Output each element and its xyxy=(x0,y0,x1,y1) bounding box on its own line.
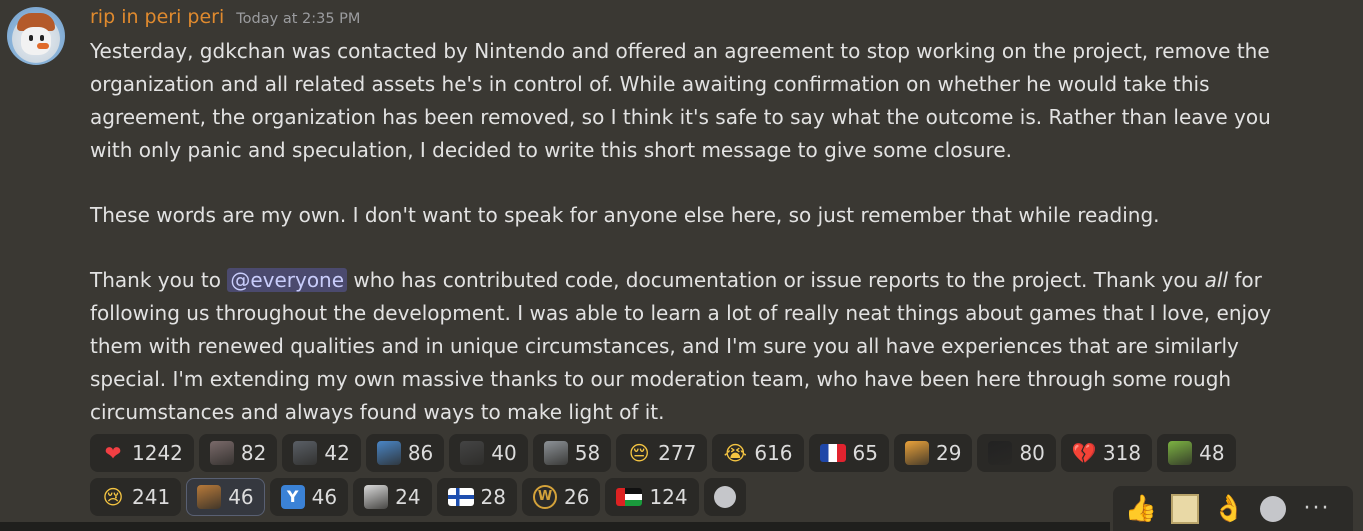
custom-emoji-w-badge-icon: W xyxy=(533,485,557,509)
reaction-count: 58 xyxy=(574,441,601,465)
reaction-count: 29 xyxy=(936,441,962,465)
crying-face-icon: 😭 xyxy=(723,441,748,465)
custom-emoji-bottle-icon xyxy=(1168,441,1193,465)
reaction-pill[interactable]: 29 xyxy=(894,434,973,472)
reaction-count: 241 xyxy=(132,485,171,509)
flag-finland-icon xyxy=(447,488,474,506)
text-segment: Thank you to xyxy=(90,268,228,292)
custom-emoji-blue-icon xyxy=(376,441,401,465)
message-header: rip in peri peri Today at 2:35 PM xyxy=(90,6,360,32)
custom-emoji-dark-icon xyxy=(460,441,485,465)
reaction-count: 82 xyxy=(240,441,267,465)
custom-emoji-cat-icon xyxy=(197,485,222,509)
avatar-face xyxy=(21,27,51,55)
reaction-pill[interactable]: 40 xyxy=(449,434,528,472)
reaction-pill[interactable]: W 26 xyxy=(522,478,601,516)
reaction-count: 26 xyxy=(564,485,590,509)
reaction-pill[interactable]: 82 xyxy=(198,434,278,472)
reaction-pill[interactable]: 48 xyxy=(1157,434,1236,472)
reaction-count: 48 xyxy=(1199,441,1225,465)
letter-y-icon: Y xyxy=(280,485,305,509)
reaction-pill[interactable]: 24 xyxy=(353,478,432,516)
sad-face-icon: 😢 xyxy=(102,485,124,509)
reaction-pill[interactable]: 😔 277 xyxy=(616,434,708,472)
reaction-pill[interactable]: 65 xyxy=(808,434,889,472)
reaction-count: 42 xyxy=(324,441,350,465)
custom-emoji-person-icon xyxy=(209,441,234,465)
message-content: Yesterday, gdkchan was contacted by Nint… xyxy=(90,35,1290,429)
reaction-count: 80 xyxy=(1019,441,1045,465)
custom-emoji-hooded-icon xyxy=(988,441,1013,465)
message-paragraph: Thank you to @everyone who has contribut… xyxy=(90,264,1290,429)
more-options-icon[interactable]: ··· xyxy=(1299,491,1335,527)
smiley-icon xyxy=(713,486,736,508)
username[interactable]: rip in peri peri xyxy=(90,6,224,28)
custom-emoji-portrait-icon[interactable] xyxy=(1167,491,1203,527)
reaction-count: 124 xyxy=(649,485,688,509)
reaction-count: 46 xyxy=(311,485,338,509)
reaction-count: 28 xyxy=(480,485,506,509)
reaction-pill[interactable]: 💔 318 xyxy=(1060,434,1153,472)
reaction-pill[interactable]: 😢 241 xyxy=(90,478,182,516)
reaction-pill[interactable]: 28 xyxy=(436,478,517,516)
custom-emoji-moai-icon xyxy=(543,441,568,465)
reaction-count: 318 xyxy=(1102,441,1142,465)
reaction-pill[interactable]: 124 xyxy=(605,478,699,516)
custom-emoji-santa-icon xyxy=(364,485,389,509)
text-segment: who has contributed code, documentation … xyxy=(347,268,1205,292)
add-reaction-icon[interactable] xyxy=(1255,491,1291,527)
reaction-pill[interactable]: ❤ 1242 xyxy=(90,434,194,472)
ok-hand-icon[interactable]: 👌 xyxy=(1211,491,1247,527)
reaction-pill[interactable]: 80 xyxy=(977,434,1056,472)
message-actions-toolbar: 👍 👌 ··· xyxy=(1113,486,1353,531)
thumbs-up-icon[interactable]: 👍 xyxy=(1123,491,1159,527)
reaction-count: 46 xyxy=(228,485,254,509)
reaction-pill[interactable]: 42 xyxy=(282,434,361,472)
flag-palestine-icon xyxy=(616,488,643,506)
mention-everyone[interactable]: @everyone xyxy=(227,268,348,292)
reaction-count: 86 xyxy=(407,441,434,465)
reaction-pill[interactable]: 😭 616 xyxy=(712,434,804,472)
flag-france-icon xyxy=(819,444,846,462)
avatar[interactable] xyxy=(7,7,65,65)
reaction-count: 616 xyxy=(754,441,793,465)
composer-edge xyxy=(0,522,1110,531)
reaction-pill[interactable]: Y 46 xyxy=(269,478,349,516)
avatar-eye xyxy=(40,35,44,41)
custom-emoji-crowd-icon xyxy=(293,441,318,465)
emphasis-text: all xyxy=(1204,268,1229,292)
add-reaction-button[interactable] xyxy=(703,478,746,516)
relieved-face-icon: 😔 xyxy=(628,441,650,465)
message-paragraph: These words are my own. I don't want to … xyxy=(90,203,1160,227)
message-paragraph: Yesterday, gdkchan was contacted by Nint… xyxy=(90,39,1271,162)
timestamp[interactable]: Today at 2:35 PM xyxy=(236,11,360,27)
broken-heart-icon: 💔 xyxy=(1071,441,1097,465)
reaction-count: 277 xyxy=(658,441,697,465)
custom-emoji-party-icon xyxy=(905,441,929,465)
reactions-bar: ❤ 1242 82 42 86 40 58 😔 277 😭 616 65 29 80 💔 318 48 😢 241 4… xyxy=(90,434,1290,516)
reaction-count: 40 xyxy=(491,441,517,465)
avatar-nose xyxy=(37,43,49,49)
reaction-count: 65 xyxy=(852,441,878,465)
heart-icon: ❤ xyxy=(104,441,122,465)
reaction-pill[interactable]: 86 xyxy=(365,434,445,472)
avatar-eye xyxy=(29,35,33,41)
reaction-count: 24 xyxy=(395,485,421,509)
reaction-pill[interactable]: 58 xyxy=(532,434,612,472)
reaction-count: 1242 xyxy=(132,441,183,465)
reaction-pill[interactable]: 46 xyxy=(186,478,265,516)
